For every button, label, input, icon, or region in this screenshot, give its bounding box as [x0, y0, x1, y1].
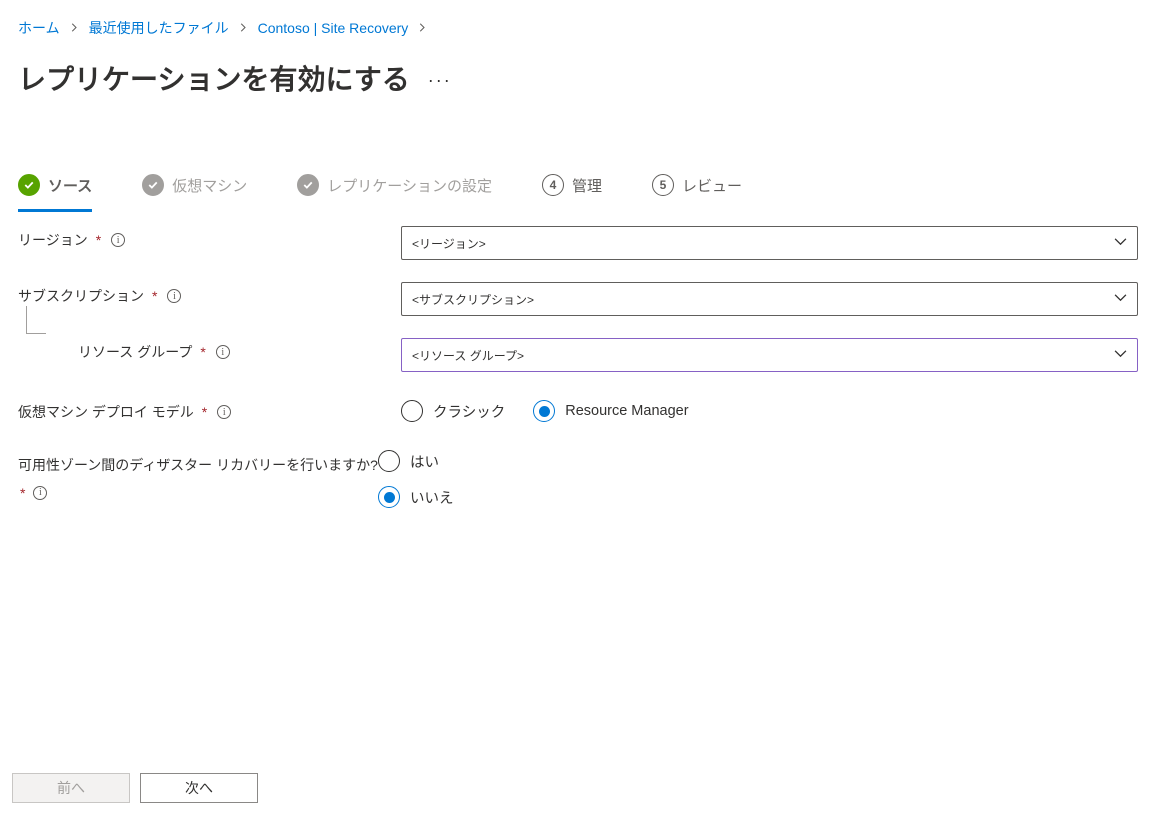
radio-label: いいえ	[410, 487, 454, 508]
step-vms[interactable]: 仮想マシン	[142, 174, 247, 196]
required-icon: *	[202, 404, 207, 420]
info-icon[interactable]: i	[216, 345, 230, 359]
step-label: 仮想マシン	[172, 175, 247, 196]
subscription-label: サブスクリプション	[18, 286, 144, 306]
step-label: レビュー	[682, 175, 742, 196]
breadcrumb-item[interactable]: Contoso | Site Recovery	[258, 20, 409, 36]
step-source[interactable]: ソース	[18, 174, 92, 212]
step-manage[interactable]: 4 管理	[542, 174, 602, 196]
breadcrumb-home[interactable]: ホーム	[18, 18, 60, 38]
wizard-steps: ソース 仮想マシン レプリケーションの設定 4 管理 5 レビュー	[18, 174, 1138, 196]
required-icon: *	[200, 344, 205, 360]
check-icon	[142, 174, 164, 196]
page-title: レプリケーションを有効にする	[18, 58, 410, 98]
deploy-model-rm-radio[interactable]: Resource Manager	[533, 400, 688, 422]
radio-label: はい	[410, 451, 439, 472]
region-select[interactable]: <リージョン>	[401, 226, 1138, 260]
chevron-right-icon	[239, 21, 248, 35]
chevron-right-icon	[70, 21, 79, 35]
info-icon[interactable]: i	[167, 289, 181, 303]
region-value: <リージョン>	[412, 235, 486, 252]
chevron-down-icon	[1114, 235, 1127, 251]
next-button[interactable]: 次へ	[140, 773, 258, 803]
radio-icon	[378, 486, 400, 508]
resource-group-select[interactable]: <リソース グループ>	[401, 338, 1138, 372]
radio-icon	[401, 400, 423, 422]
subscription-select[interactable]: <サブスクリプション>	[401, 282, 1138, 316]
chevron-down-icon	[1114, 291, 1127, 307]
info-icon[interactable]: i	[217, 405, 231, 419]
az-dr-yes-radio[interactable]: はい	[378, 450, 439, 472]
region-label: リージョン	[18, 230, 88, 250]
resource-group-value: <リソース グループ>	[412, 347, 524, 364]
radio-icon	[533, 400, 555, 422]
radio-label: クラシック	[433, 401, 505, 422]
resource-group-label: リソース グループ	[78, 342, 192, 362]
step-number-icon: 5	[652, 174, 674, 196]
chevron-right-icon	[418, 21, 427, 35]
step-label: 管理	[572, 175, 602, 196]
info-icon[interactable]: i	[33, 486, 47, 500]
required-icon: *	[20, 485, 25, 501]
step-label: ソース	[48, 175, 92, 196]
step-number-icon: 4	[542, 174, 564, 196]
prev-button[interactable]: 前へ	[12, 773, 130, 803]
chevron-down-icon	[1114, 347, 1127, 363]
az-dr-label: 可用性ゾーン間のディザスター リカバリーを行いますか?	[18, 457, 378, 473]
tree-line-icon	[18, 306, 48, 348]
deploy-model-classic-radio[interactable]: クラシック	[401, 400, 505, 422]
check-icon	[297, 174, 319, 196]
step-replication-settings[interactable]: レプリケーションの設定	[297, 174, 492, 196]
az-dr-no-radio[interactable]: いいえ	[378, 486, 454, 508]
footer-actions: 前へ 次へ	[12, 773, 258, 803]
deploy-model-label: 仮想マシン デプロイ モデル	[18, 402, 194, 422]
required-icon: *	[152, 288, 157, 304]
breadcrumb-recent[interactable]: 最近使用したファイル	[89, 18, 229, 38]
subscription-value: <サブスクリプション>	[412, 291, 534, 308]
step-review[interactable]: 5 レビュー	[652, 174, 742, 196]
more-menu-icon[interactable]: ···	[428, 71, 452, 89]
radio-icon	[378, 450, 400, 472]
breadcrumb: ホーム 最近使用したファイル Contoso | Site Recovery	[18, 18, 1138, 38]
required-icon: *	[96, 232, 101, 248]
radio-label: Resource Manager	[565, 403, 688, 419]
check-icon	[18, 174, 40, 196]
info-icon[interactable]: i	[111, 233, 125, 247]
step-label: レプリケーションの設定	[327, 175, 492, 196]
